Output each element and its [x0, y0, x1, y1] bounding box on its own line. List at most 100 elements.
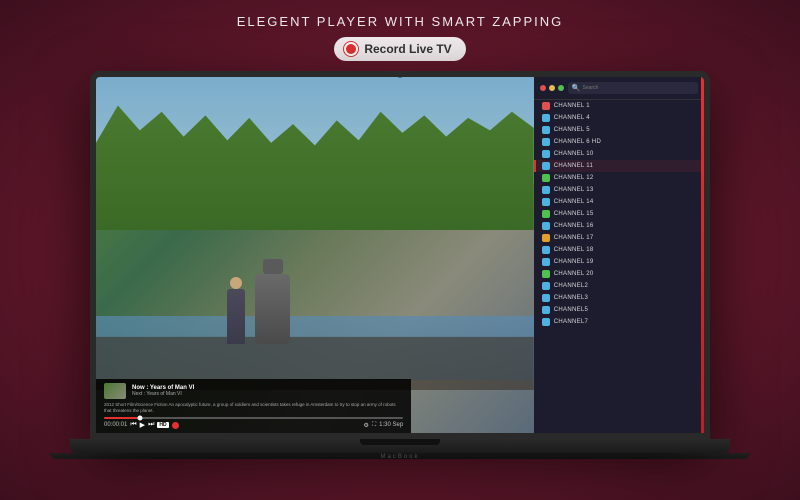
skip-forward-icon[interactable]: ⏭	[148, 421, 154, 429]
channel-name: CHANNEL 16	[554, 223, 594, 229]
player-thumbnail	[104, 383, 126, 399]
channel-color-dot	[542, 162, 550, 170]
channel-color-dot	[542, 306, 550, 314]
figure-robot	[255, 274, 290, 344]
channel-color-dot	[542, 270, 550, 278]
camera-dot	[398, 73, 403, 78]
player-show-info: Now : Years of Man VI Next : Years of Ma…	[132, 385, 194, 397]
figure-person	[227, 289, 245, 344]
channel-item[interactable]: CHANNEL 6 HD	[534, 136, 704, 148]
hd-badge: HD	[157, 422, 168, 428]
channel-name: CHANNEL7	[554, 319, 588, 325]
channel-name: CHANNEL 17	[554, 235, 594, 241]
channel-name: CHANNEL 14	[554, 199, 594, 205]
channel-name: CHANNEL 12	[554, 175, 594, 181]
channel-name: CHANNEL 6 HD	[554, 139, 601, 145]
channel-color-dot	[542, 246, 550, 254]
channel-item[interactable]: CHANNEL 14	[534, 196, 704, 208]
channel-color-dot	[542, 258, 550, 266]
channel-name: CHANNEL5	[554, 307, 588, 313]
time-current: 00:00:01	[104, 422, 127, 428]
search-placeholder: Search	[582, 85, 598, 91]
seek-row	[104, 417, 403, 419]
channel-list: CHANNEL 1 CHANNEL 4 CHANNEL 5 CHANNEL 6 HD C…	[534, 100, 704, 433]
channel-name: CHANNEL 20	[554, 271, 594, 277]
record-live-button[interactable]: Record Live TV	[334, 37, 465, 61]
maximize-dot[interactable]	[558, 85, 564, 91]
record-button-label: Record Live TV	[364, 42, 451, 56]
record-dot-icon	[344, 42, 358, 56]
window-controls	[540, 85, 564, 91]
laptop-bottom: MacBook	[50, 453, 750, 459]
search-icon: 🔍	[572, 84, 581, 92]
channel-color-dot	[542, 102, 550, 110]
channel-item[interactable]: CHANNEL 4	[534, 112, 704, 124]
channel-item[interactable]: CHANNEL 19	[534, 256, 704, 268]
channel-item[interactable]: CHANNEL 12	[534, 172, 704, 184]
channel-item[interactable]: CHANNEL 18	[534, 244, 704, 256]
channel-color-dot	[542, 114, 550, 122]
channel-color-dot	[542, 234, 550, 242]
page-header: ELEGENT PLAYER WITH SMART ZAPPING Record…	[237, 14, 564, 61]
channel-name: CHANNEL 1	[554, 103, 590, 109]
laptop-base	[70, 439, 730, 453]
channel-name: CHANNEL 13	[554, 187, 594, 193]
channel-color-dot	[542, 222, 550, 230]
fullscreen-icon[interactable]: ⛶	[372, 422, 376, 429]
channel-item[interactable]: CHANNEL 11	[534, 160, 704, 172]
channel-item[interactable]: CHANNEL 13	[534, 184, 704, 196]
channel-name: CHANNEL 10	[554, 151, 594, 157]
channel-item[interactable]: CHANNEL 10	[534, 148, 704, 160]
sidebar-header: 🔍 Search	[534, 77, 704, 100]
channel-name: CHANNEL2	[554, 283, 588, 289]
channel-name: CHANNEL 11	[554, 163, 593, 169]
laptop-mockup: Now : Years of Man VI Next : Years of Ma…	[70, 71, 730, 459]
show-description: 2012 Short Film/Science Fiction An apoca…	[104, 402, 403, 414]
search-box[interactable]: 🔍 Search	[568, 82, 698, 94]
skip-back-icon[interactable]: ⏮	[130, 421, 136, 429]
channel-sidebar: 🔍 Search CHANNEL 1CHANNEL 4CHANNEL 5CHAN…	[534, 77, 704, 433]
seek-fill	[104, 417, 140, 419]
channel-item[interactable]: CHANNEL2	[534, 280, 704, 292]
player-controls: Now : Years of Man VI Next : Years of Ma…	[96, 379, 411, 433]
channel-name: CHANNEL 5	[554, 127, 590, 133]
channel-item[interactable]: CHANNEL 1	[534, 100, 704, 112]
channel-item[interactable]: CHANNEL 15	[534, 208, 704, 220]
time-total: 1:30 Sep	[379, 422, 403, 428]
channel-color-dot	[542, 318, 550, 326]
seek-bar[interactable]	[104, 417, 403, 419]
red-accent-bar	[701, 77, 704, 433]
channel-item[interactable]: CHANNEL 17	[534, 232, 704, 244]
page-title: ELEGENT PLAYER WITH SMART ZAPPING	[237, 14, 564, 29]
show-subtitle: Next : Years of Man VI	[132, 391, 194, 397]
channel-item[interactable]: CHANNEL5	[534, 304, 704, 316]
player-info-row: Now : Years of Man VI Next : Years of Ma…	[104, 383, 403, 399]
scene-figures	[227, 148, 424, 344]
channel-color-dot	[542, 294, 550, 302]
channel-color-dot	[542, 126, 550, 134]
channel-item[interactable]: CHANNEL3	[534, 292, 704, 304]
minimize-dot[interactable]	[549, 85, 555, 91]
channel-color-dot	[542, 210, 550, 218]
channel-item[interactable]: CHANNEL 20	[534, 268, 704, 280]
laptop-notch	[360, 439, 440, 445]
seek-thumb	[137, 416, 142, 421]
close-dot[interactable]	[540, 85, 546, 91]
play-icon[interactable]: ▶	[140, 421, 145, 429]
rec-indicator	[172, 422, 179, 429]
control-buttons: 00:00:01 ⏮ ▶ ⏭ HD ⚙ ⛶ 1:30 Sep	[104, 421, 403, 429]
video-area[interactable]: Now : Years of Man VI Next : Years of Ma…	[96, 77, 534, 433]
channel-item[interactable]: CHANNEL 16	[534, 220, 704, 232]
channel-color-dot	[542, 150, 550, 158]
channel-color-dot	[542, 282, 550, 290]
channel-name: CHANNEL 19	[554, 259, 594, 265]
channel-color-dot	[542, 174, 550, 182]
channel-color-dot	[542, 198, 550, 206]
channel-item[interactable]: CHANNEL7	[534, 316, 704, 328]
channel-item[interactable]: CHANNEL 5	[534, 124, 704, 136]
channel-color-dot	[542, 138, 550, 146]
settings-icon[interactable]: ⚙	[364, 422, 369, 429]
macbook-label: MacBook	[380, 454, 419, 460]
channel-name: CHANNEL3	[554, 295, 588, 301]
channel-name: CHANNEL 15	[554, 211, 594, 217]
